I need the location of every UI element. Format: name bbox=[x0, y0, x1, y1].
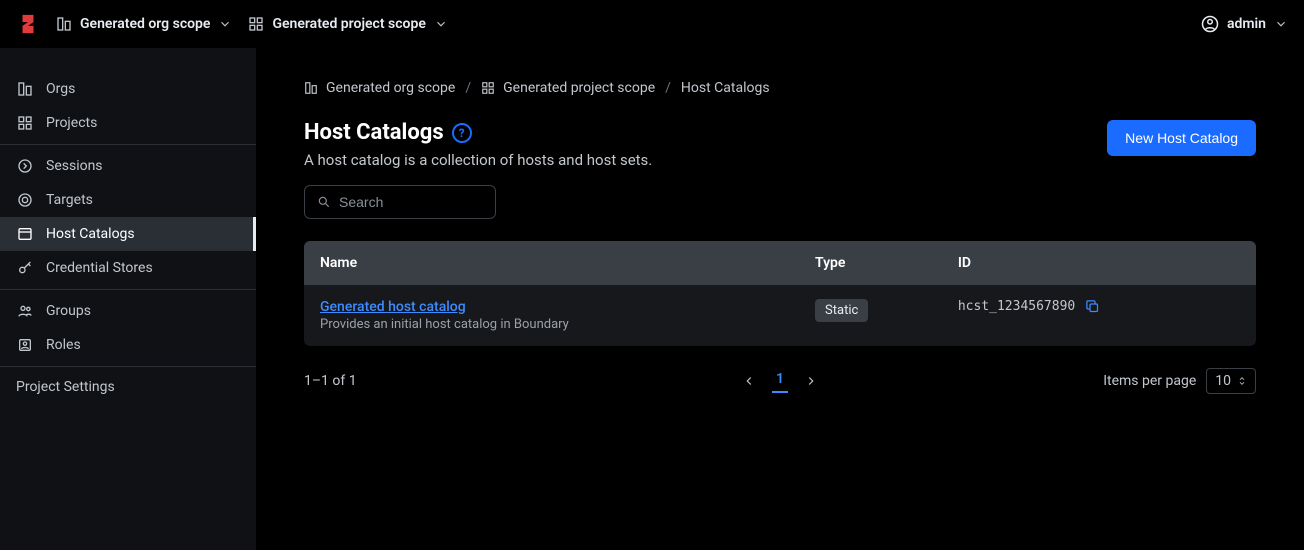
page-number[interactable]: 1 bbox=[776, 371, 784, 391]
sessions-icon bbox=[16, 157, 34, 175]
sidebar-item-credential-stores[interactable]: Credential Stores bbox=[0, 251, 256, 285]
sidebar-item-sessions[interactable]: Sessions bbox=[0, 149, 256, 183]
topbar: Generated org scope Generated project sc… bbox=[0, 0, 1304, 48]
sidebar-item-label: Orgs bbox=[46, 81, 75, 97]
breadcrumb-label: Generated org scope bbox=[326, 80, 455, 96]
roles-icon bbox=[16, 336, 34, 354]
page-header: Host Catalogs ? A host catalog is a coll… bbox=[304, 120, 1256, 169]
host-catalog-id: hcst_1234567890 bbox=[958, 299, 1075, 314]
sidebar-item-label: Targets bbox=[46, 192, 93, 208]
host-catalog-description: Provides an initial host catalog in Boun… bbox=[320, 317, 783, 332]
app-logo[interactable] bbox=[16, 12, 40, 36]
breadcrumb-separator: / bbox=[465, 80, 471, 96]
sidebar-item-label: Credential Stores bbox=[46, 260, 153, 276]
items-per-page-label: Items per page bbox=[1103, 373, 1196, 389]
copy-icon[interactable] bbox=[1085, 299, 1100, 314]
next-page-button[interactable] bbox=[804, 374, 818, 388]
sidebar-item-projects[interactable]: Projects bbox=[0, 106, 256, 140]
sidebar-item-label: Host Catalogs bbox=[46, 226, 135, 242]
host-catalog-name-link[interactable]: Generated host catalog bbox=[320, 299, 466, 315]
project-icon bbox=[481, 81, 495, 95]
org-icon bbox=[16, 80, 34, 98]
user-icon bbox=[1201, 15, 1219, 33]
breadcrumb-project[interactable]: Generated project scope bbox=[481, 80, 655, 96]
project-icon bbox=[248, 16, 264, 32]
key-icon bbox=[16, 259, 34, 277]
sidebar-item-label: Projects bbox=[46, 115, 97, 131]
items-per-page-value: 10 bbox=[1215, 373, 1231, 389]
user-label: admin bbox=[1227, 16, 1266, 32]
breadcrumb: Generated org scope / Generated project … bbox=[304, 80, 1256, 96]
table-header-type: Type bbox=[799, 241, 942, 285]
groups-icon bbox=[16, 302, 34, 320]
sidebar-item-label: Project Settings bbox=[16, 379, 115, 395]
table-header-name: Name bbox=[304, 241, 799, 285]
project-scope-selector[interactable]: Generated project scope bbox=[248, 16, 447, 32]
project-scope-label: Generated project scope bbox=[272, 16, 425, 32]
search-icon bbox=[317, 195, 331, 209]
main-content: Generated org scope / Generated project … bbox=[256, 48, 1304, 550]
user-menu[interactable]: admin bbox=[1201, 15, 1288, 33]
host-catalogs-table: Name Type ID Generated host catalog Prov… bbox=[304, 241, 1256, 346]
org-icon bbox=[56, 16, 72, 32]
targets-icon bbox=[16, 191, 34, 209]
new-host-catalog-button[interactable]: New Host Catalog bbox=[1107, 120, 1256, 156]
sidebar-item-targets[interactable]: Targets bbox=[0, 183, 256, 217]
type-badge: Static bbox=[815, 299, 868, 322]
sidebar-item-project-settings[interactable]: Project Settings bbox=[0, 371, 256, 403]
project-icon bbox=[16, 114, 34, 132]
host-catalogs-icon bbox=[16, 225, 34, 243]
items-per-page-select[interactable]: 10 bbox=[1206, 368, 1256, 394]
org-scope-selector[interactable]: Generated org scope bbox=[56, 16, 232, 32]
breadcrumb-label: Generated project scope bbox=[503, 80, 655, 96]
breadcrumb-org[interactable]: Generated org scope bbox=[304, 80, 455, 96]
chevron-down-icon bbox=[218, 17, 232, 31]
breadcrumb-separator: / bbox=[665, 80, 671, 96]
prev-page-button[interactable] bbox=[742, 374, 756, 388]
table-row: Generated host catalog Provides an initi… bbox=[304, 285, 1256, 346]
chevron-down-icon bbox=[434, 17, 448, 31]
org-scope-label: Generated org scope bbox=[80, 16, 210, 32]
sidebar: Orgs Projects bbox=[0, 48, 256, 550]
help-icon[interactable]: ? bbox=[452, 123, 472, 143]
sidebar-item-label: Groups bbox=[46, 303, 91, 319]
sidebar-item-host-catalogs[interactable]: Host Catalogs bbox=[0, 217, 256, 251]
search-input[interactable] bbox=[339, 194, 483, 210]
breadcrumb-label: Host Catalogs bbox=[681, 80, 770, 96]
page-title: Host Catalogs bbox=[304, 120, 444, 145]
table-header-id: ID bbox=[942, 241, 1256, 285]
search-box[interactable] bbox=[304, 185, 496, 219]
org-icon bbox=[304, 81, 318, 95]
pagination-summary: 1–1 of 1 bbox=[304, 373, 357, 389]
sidebar-item-label: Roles bbox=[46, 337, 81, 353]
sidebar-item-label: Sessions bbox=[46, 158, 103, 174]
chevron-down-icon bbox=[1274, 17, 1288, 31]
sidebar-item-groups[interactable]: Groups bbox=[0, 294, 256, 328]
select-arrows-icon bbox=[1237, 374, 1247, 388]
page-subtitle: A host catalog is a collection of hosts … bbox=[304, 151, 652, 169]
sidebar-item-roles[interactable]: Roles bbox=[0, 328, 256, 362]
pagination: 1–1 of 1 1 Items per page bbox=[304, 368, 1256, 394]
sidebar-item-orgs[interactable]: Orgs bbox=[0, 72, 256, 106]
breadcrumb-current: Host Catalogs bbox=[681, 80, 770, 96]
